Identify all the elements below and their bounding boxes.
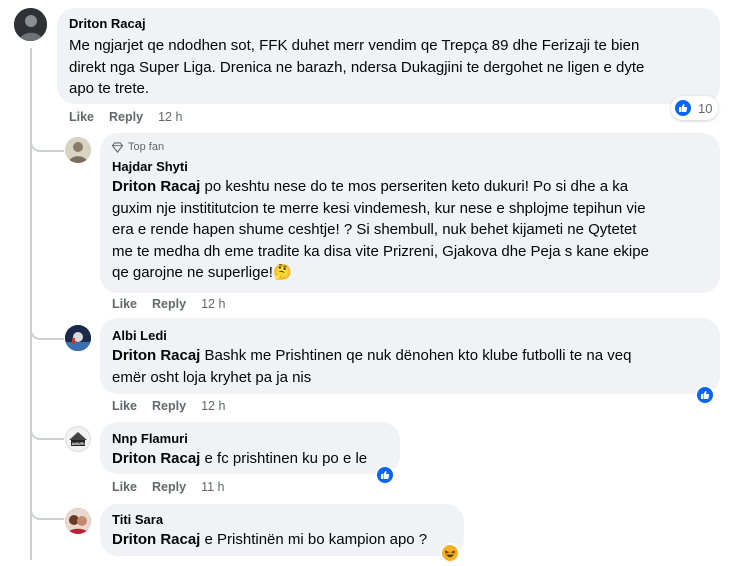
reply-author[interactable]: Albi Ledi [112,328,167,343]
comment-text-line: Me ngjarjet qe ndodhen sot, FFK duhet me… [69,37,640,54]
timestamp[interactable]: 12 h [158,110,182,124]
reply-text: Driton Racaj e fc prishtinen ku po e le [112,450,368,467]
diamond-icon [112,141,123,153]
reaction-count: 10 [698,100,713,116]
haha-reaction-icon[interactable] [440,543,460,563]
badge-label: Top fan [128,141,165,153]
reply-actions: Like Reply 12 h [112,297,240,311]
thread-branch [30,488,64,520]
comment-text-line: direkt nga Super Liga. Drenica ne barazh… [69,58,645,76]
reply-button[interactable]: Reply [152,480,186,494]
like-button[interactable]: Like [69,110,94,124]
comment-text-line: apo te trete. [69,80,150,97]
timestamp[interactable]: 12 h [201,399,225,413]
avatar[interactable] [65,137,91,163]
avatar-logo-text: AMURI [71,441,84,446]
reply-button[interactable]: Reply [152,399,186,413]
comment-actions: Like Reply 12 h [69,110,197,124]
reply-text: Driton Racaj po keshtu nese do te mos pe… [112,178,649,281]
avatar[interactable] [65,325,91,351]
avatar[interactable]: AMURI [65,426,91,452]
reply-button[interactable]: Reply [109,110,143,124]
mention-link[interactable]: Driton Racaj [112,178,200,195]
like-button[interactable]: Like [112,399,137,413]
thread-branch [30,308,64,340]
comment-author[interactable]: Driton Racaj [69,16,146,31]
reply-actions: Like Reply 11 h [112,480,239,494]
comment-text: Me ngjarjet qe ndodhen sot, FFK duhet me… [69,35,719,100]
reply-text: Driton Racaj Bashk me Prishtinen qe nuk … [112,347,632,386]
avatar[interactable] [65,508,91,534]
reply-author[interactable]: Hajdar Shyti [112,159,188,174]
timestamp[interactable]: 12 h [201,297,225,311]
like-reaction-icon [673,98,693,118]
thread-branch [30,408,64,440]
thread-branch [30,120,64,152]
like-reaction-icon[interactable] [375,465,395,485]
reply-author[interactable]: Nnp Flamuri [112,431,188,446]
timestamp[interactable]: 11 h [201,480,224,494]
reply-actions: Like Reply 12 h [112,399,240,413]
reply-text: Driton Racaj e Prishtinën mi bo kampion … [112,531,428,548]
reply-button[interactable]: Reply [152,297,186,311]
like-reaction-icon[interactable] [695,385,715,405]
mention-link[interactable]: Driton Racaj [112,531,200,548]
reaction-summary[interactable]: 10 [671,96,719,120]
like-button[interactable]: Like [112,480,137,494]
reply-author[interactable]: Titi Sara [112,512,163,527]
mention-link[interactable]: Driton Racaj [112,450,200,467]
top-fan-badge: Top fan [112,141,164,153]
avatar[interactable] [14,8,47,41]
mention-link[interactable]: Driton Racaj [112,347,200,364]
like-button[interactable]: Like [112,297,137,311]
